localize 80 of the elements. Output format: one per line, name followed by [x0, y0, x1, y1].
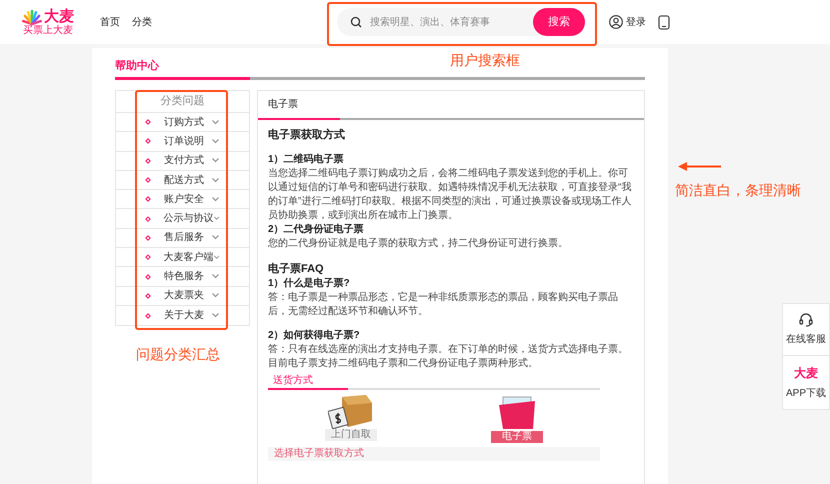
chevron-down-icon	[212, 138, 219, 144]
help-center-tab[interactable]: 帮助中心	[115, 58, 250, 80]
category-item[interactable]: 订购方式	[116, 113, 249, 132]
category-item[interactable]: 售后服务	[116, 228, 249, 248]
headset-icon[interactable]	[798, 312, 814, 328]
chevron-down-icon	[212, 274, 219, 280]
section-title: 电子票FAQ	[268, 262, 325, 277]
answer-paragraph: 当您选择二维码电子票订购成功之后，会将二维码电子票发送到您的手机上。你可以通过短信的订单号和密码进行获取。如遇特殊情况手机无法获取，可直接登录“我的订单”进行二维码打印获取。根据不同类型的演出，可通过换票设备或现场工作人员协助换票，或到演出所在城市上门换票。	[268, 167, 632, 223]
chevron-down-icon	[212, 120, 219, 125]
category-label: 特色服务	[164, 270, 204, 284]
section-title: 电子票获取方式	[268, 128, 346, 143]
app-logo: 大麦	[794, 365, 818, 382]
annotation-arrow	[678, 162, 722, 171]
diamond-bullet-icon	[145, 158, 151, 164]
logo-text[interactable]: 大麦	[44, 8, 74, 24]
diamond-bullet-icon	[145, 274, 151, 280]
user-icon[interactable]	[609, 15, 623, 29]
search-icon	[350, 16, 362, 28]
answer-paragraph: 答：电子票是一种票品形态，它是一种非纸质票形态的票品，顾客购买电子票品后，无需经过配送环节和确认环节。	[268, 291, 619, 319]
diamond-bullet-icon	[145, 119, 151, 125]
category-label: 售后服务	[164, 230, 204, 246]
phone-icon[interactable]	[658, 14, 670, 30]
diamond-bullet-icon	[145, 292, 151, 299]
chevron-down-icon	[212, 178, 219, 183]
diamond-bullet-icon	[145, 177, 151, 183]
category-label: 订单说明	[164, 134, 204, 149]
diamond-bullet-icon	[145, 138, 151, 144]
category-label: 公示与协议	[164, 212, 214, 226]
diamond-bullet-icon	[145, 196, 151, 202]
diamond-bullet-icon	[145, 254, 150, 260]
category-label: 配送方式	[164, 174, 204, 188]
category-item[interactable]: 配送方式	[116, 170, 249, 190]
category-label: 大麦客户端	[164, 250, 214, 265]
category-item[interactable]: 订单说明	[116, 132, 249, 152]
question-heading: 1）什么是电子票?	[268, 277, 351, 291]
category-label: 关于大麦	[164, 308, 204, 324]
chevron-down-icon	[212, 158, 219, 164]
delivery-option: 电子票	[491, 431, 543, 443]
search-bar[interactable]: 搜索明星、演出、体育赛事 搜索	[337, 8, 585, 36]
category-item[interactable]: 特色服务	[116, 267, 249, 287]
login-link[interactable]: 登录	[626, 14, 646, 30]
delivery-option: 上门自取	[325, 429, 377, 441]
category-item[interactable]: 大麦票夹	[116, 286, 249, 306]
category-item[interactable]: 关于大麦	[116, 306, 249, 326]
question-heading: 2）如何获得电子票?	[268, 329, 361, 343]
chevron-down-icon	[212, 196, 219, 202]
sidebar-title: 分类问题	[116, 91, 249, 113]
answer-paragraph: 您的二代身份证就是电子票的获取方式，持二代身份证可进行换票。	[268, 237, 569, 251]
chevron-down-icon	[212, 293, 219, 298]
annotation-label: 用户搜索框	[450, 51, 520, 70]
diamond-bullet-icon	[145, 312, 151, 318]
chevron-down-icon	[212, 235, 219, 240]
logo-flower-icon	[22, 8, 42, 24]
answer-paragraph: 答：只有在线选座的演出才支持电子票。在下订单的时候，送货方式选择电子票。目前电子票支持二维码电子票和二代身份证电子票两种形式。	[268, 343, 629, 371]
diamond-bullet-icon	[145, 216, 150, 222]
question-heading: 1）二维码电子票	[268, 153, 345, 167]
online-service-link[interactable]: 在线客服	[786, 332, 826, 347]
chevron-down-icon	[212, 313, 219, 318]
cardboard-box-icon	[328, 393, 374, 429]
app-download-link[interactable]: APP下载	[786, 386, 826, 401]
nav-link[interactable]: 首页	[100, 14, 120, 30]
category-item[interactable]: 公示与协议	[116, 209, 249, 229]
category-label: 账户安全	[164, 192, 204, 207]
annotation-label: 问题分类汇总	[136, 345, 220, 364]
category-label: 支付方式	[164, 154, 204, 168]
content-tab[interactable]: 电子票	[258, 91, 340, 120]
question-heading: 2）二代身份证电子票	[268, 223, 365, 237]
category-item[interactable]: 支付方式	[116, 152, 249, 171]
logo-slogan: 买票上大麦	[23, 24, 73, 36]
search-button[interactable]: 搜索	[533, 8, 585, 36]
nav-link[interactable]: 分类	[132, 14, 152, 30]
chevron-down-icon	[214, 254, 219, 260]
category-item[interactable]: 大麦客户端	[116, 248, 249, 268]
annotation-label: 简洁直白，条理清晰	[675, 181, 801, 200]
category-label: 订购方式	[164, 116, 204, 130]
category-item[interactable]: 账户安全	[116, 190, 249, 210]
option-hint: 选择电子票获取方式	[268, 447, 600, 461]
chevron-down-icon	[214, 216, 219, 222]
category-label: 大麦票夹	[164, 288, 204, 304]
diamond-bullet-icon	[145, 235, 151, 241]
